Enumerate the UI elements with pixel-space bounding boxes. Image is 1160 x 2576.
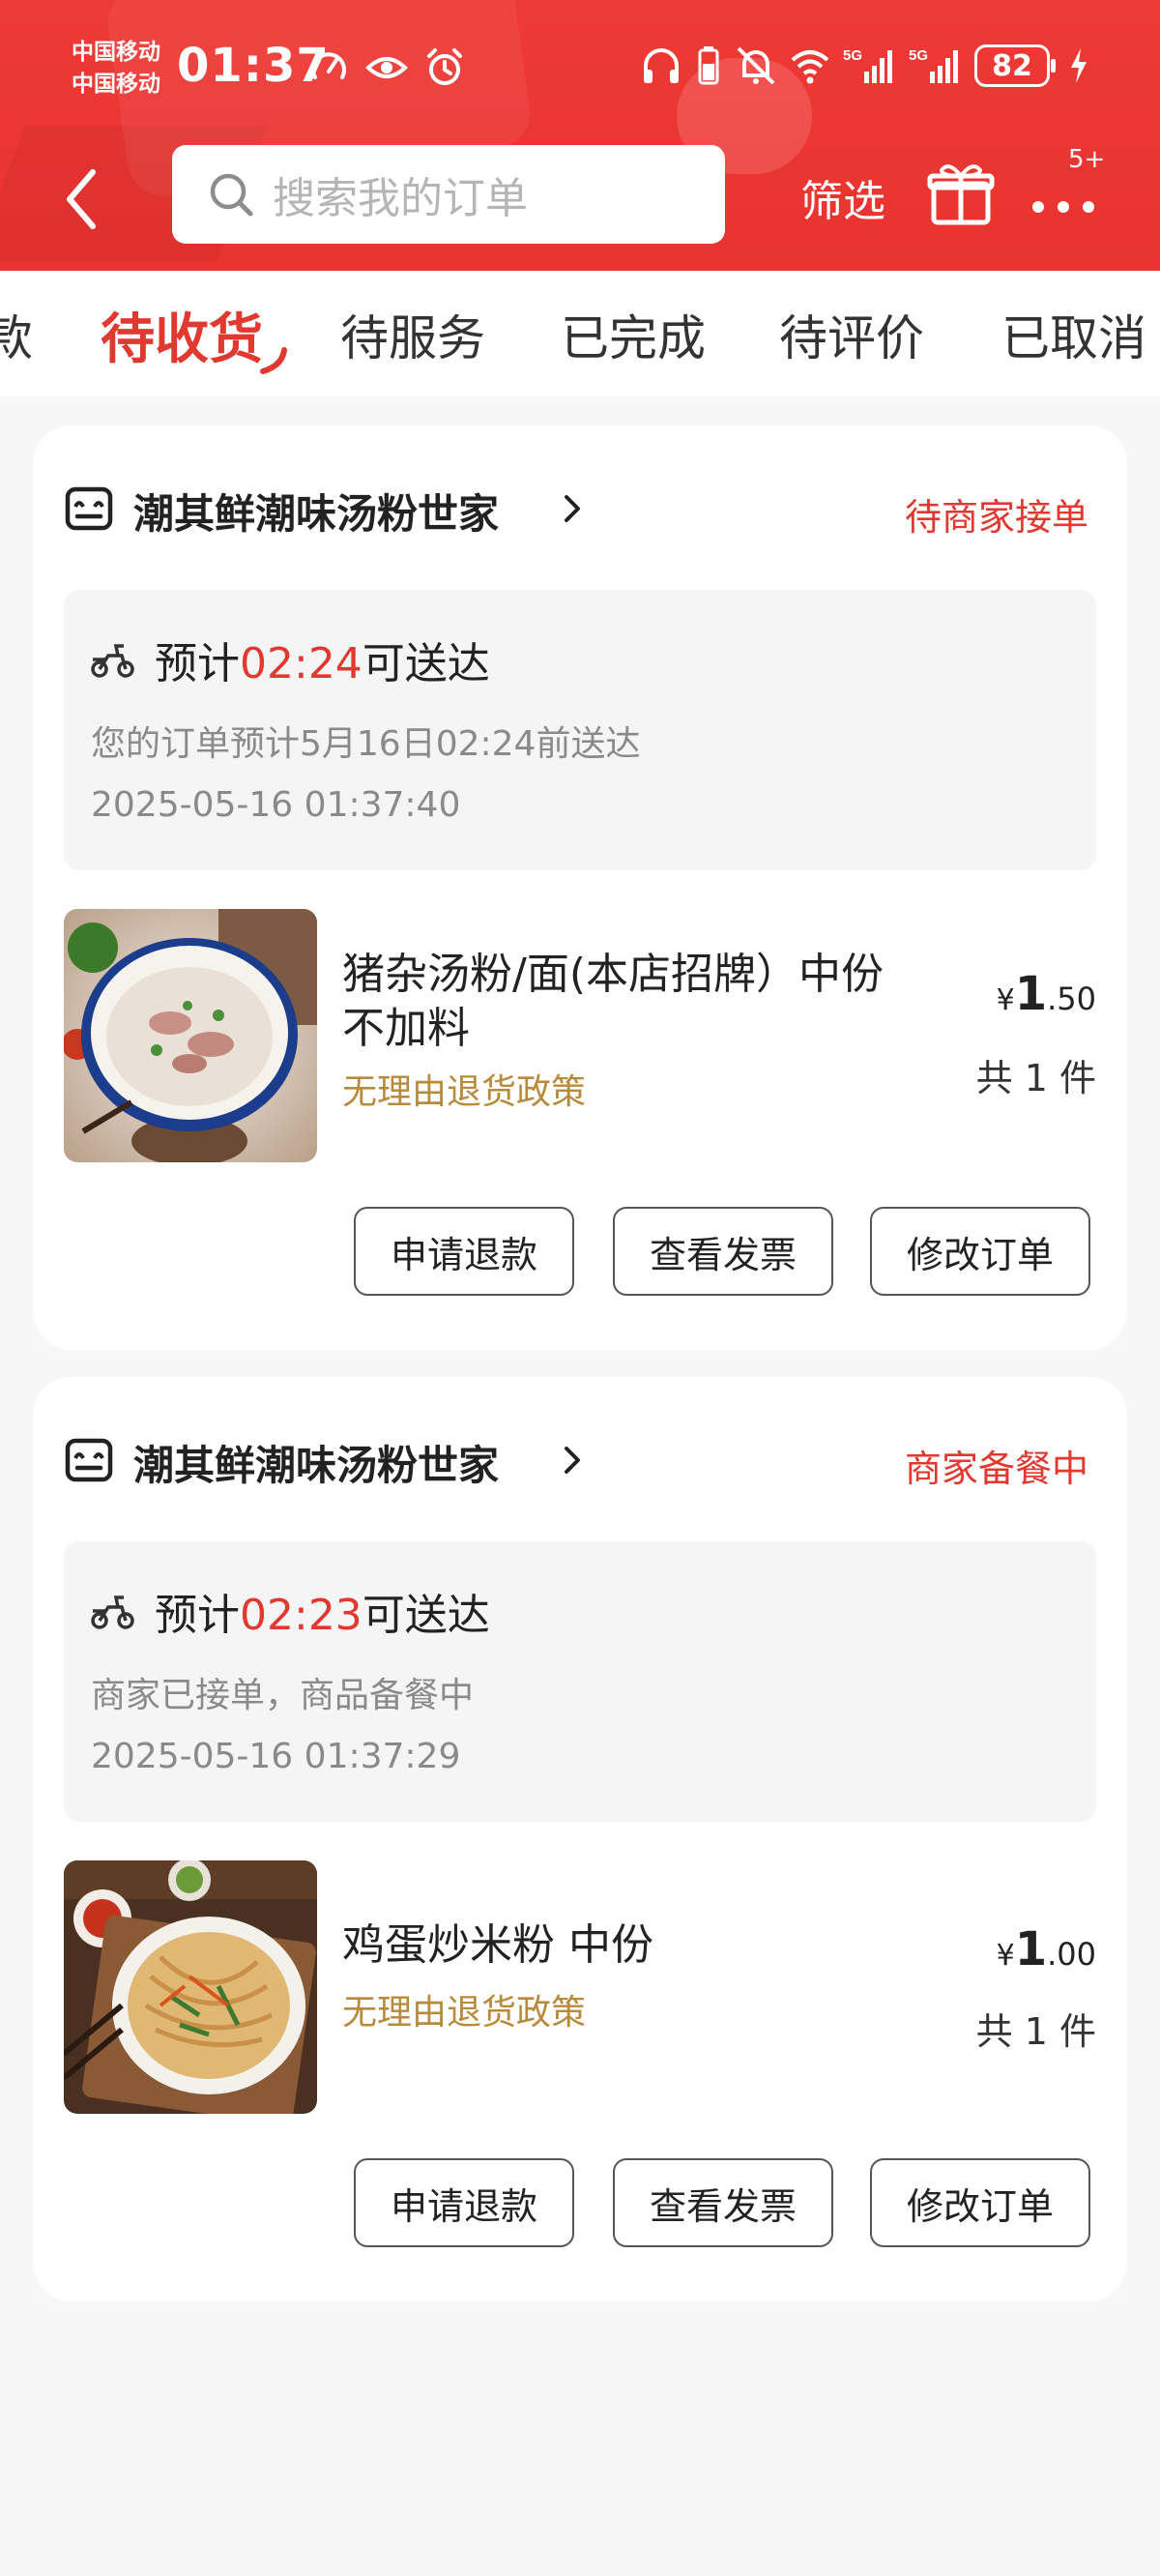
speed-gauge-icon	[307, 46, 350, 89]
tab-to-service[interactable]: 待服务	[340, 300, 485, 369]
eta-time: 02:23	[240, 1591, 362, 1640]
store-name: 潮其鲜潮味汤粉世家	[133, 490, 500, 538]
tab-to-receive[interactable]: 待收货	[101, 296, 263, 374]
store-icon	[64, 483, 114, 534]
chevron-right-icon	[559, 1441, 586, 1479]
gift-icon[interactable]	[926, 159, 996, 228]
order-tabs: 款 待收货 待服务 已完成 待评价 已取消	[0, 271, 1160, 396]
price: ¥1.00	[997, 1922, 1096, 1976]
nav-bar: 搜索我的订单 筛选 5+	[0, 145, 1160, 271]
eta-time: 02:24	[240, 639, 362, 688]
product-image[interactable]	[64, 1860, 317, 2114]
store-row[interactable]: 潮其鲜潮味汤粉世家 待商家接单	[64, 480, 1088, 539]
signal-5g-icon-2: 5G	[909, 44, 963, 87]
price-currency: ¥	[996, 983, 1015, 1017]
status-icons-left	[307, 46, 466, 89]
tab-to-review[interactable]: 待评价	[779, 300, 924, 369]
chevron-right-icon	[559, 489, 586, 528]
alarm-icon	[423, 46, 466, 89]
product-image[interactable]	[64, 909, 317, 1162]
quantity: 共 1 件	[975, 1057, 1096, 1099]
signal-5g-icon-1: 5G	[843, 44, 897, 87]
return-policy: 无理由退货政策	[342, 1072, 587, 1112]
small-battery-icon	[694, 44, 723, 87]
price-decimal: .00	[1047, 1936, 1096, 1973]
store-row[interactable]: 潮其鲜潮味汤粉世家 商家备餐中	[64, 1431, 1088, 1490]
order-timestamp: 2025-05-16 01:37:29	[91, 1737, 461, 1776]
mute-icon	[735, 44, 777, 87]
svg-text:5G: 5G	[909, 47, 928, 64]
tab-partial[interactable]: 款	[0, 300, 33, 369]
headphones-icon	[640, 44, 682, 87]
scooter-icon	[89, 1586, 135, 1632]
store-name: 潮其鲜潮味汤粉世家	[133, 1442, 500, 1489]
eye-icon	[365, 46, 408, 89]
status-icons-right: 5G 5G 82	[640, 44, 1090, 87]
price: ¥1.50	[997, 967, 1096, 1021]
filter-button[interactable]: 筛选	[800, 166, 885, 228]
search-input[interactable]: 搜索我的订单	[172, 145, 725, 244]
tab-cancelled[interactable]: 已取消	[1001, 300, 1146, 369]
modify-order-button[interactable]: 修改订单	[870, 1207, 1090, 1296]
scooter-icon	[89, 634, 135, 681]
header: 中国移动 中国移动 01:37 5G 5G 82 搜索我的订单 筛选 5+	[0, 0, 1160, 271]
back-button[interactable]	[54, 161, 112, 238]
order-card[interactable]: 潮其鲜潮味汤粉世家 待商家接单 预计02:24可送达 您的订单预计5月16日02…	[33, 425, 1127, 1350]
svg-text:5G: 5G	[843, 47, 862, 64]
eta-suffix: 可送达	[362, 1591, 490, 1640]
store-icon	[64, 1435, 114, 1485]
order-status: 商家备餐中	[904, 1448, 1088, 1490]
more-badge: 5+	[1068, 145, 1106, 174]
tab-completed[interactable]: 已完成	[561, 300, 706, 369]
wifi-icon	[789, 44, 831, 87]
carrier-labels: 中国移动 中国移动	[72, 37, 160, 101]
active-tab-indicator	[253, 346, 292, 375]
battery-indicator: 82	[974, 44, 1056, 87]
delivery-info: 预计02:23可送达 商家已接单，商品备餐中 2025-05-16 01:37:…	[64, 1541, 1096, 1822]
view-invoice-button[interactable]: 查看发票	[613, 2158, 833, 2247]
view-invoice-button[interactable]: 查看发票	[613, 1207, 833, 1296]
price-integer: 1	[1014, 1922, 1048, 1976]
back-arrow-icon	[67, 169, 96, 229]
status-bar: 中国移动 中国移动 01:37 5G 5G 82	[0, 0, 1160, 145]
search-placeholder: 搜索我的订单	[273, 174, 528, 223]
price-currency: ¥	[996, 1939, 1015, 1973]
modify-order-button[interactable]: 修改订单	[870, 2158, 1090, 2247]
delivery-note: 您的订单预计5月16日02:24前送达	[91, 724, 641, 764]
carrier-1: 中国移动	[72, 40, 160, 65]
charging-icon	[1067, 44, 1090, 87]
delivery-info: 预计02:24可送达 您的订单预计5月16日02:24前送达 2025-05-1…	[64, 590, 1096, 870]
eta-prefix: 预计	[155, 639, 240, 688]
order-timestamp: 2025-05-16 01:37:40	[91, 785, 461, 825]
eta-suffix: 可送达	[362, 639, 490, 688]
search-icon	[207, 170, 255, 219]
carrier-2: 中国移动	[72, 72, 160, 97]
product-name[interactable]: 猪杂汤粉/面(本店招牌）中份 不加料	[342, 948, 922, 1056]
refund-button[interactable]: 申请退款	[354, 1207, 574, 1296]
eta-line: 预计02:23可送达	[155, 1580, 490, 1642]
return-policy: 无理由退货政策	[342, 1993, 587, 2033]
price-integer: 1	[1014, 967, 1048, 1021]
refund-button[interactable]: 申请退款	[354, 2158, 574, 2247]
order-status: 待商家接单	[904, 496, 1088, 539]
eta-line: 预计02:24可送达	[155, 629, 490, 690]
quantity: 共 1 件	[975, 2010, 1096, 2053]
product-name[interactable]: 鸡蛋炒米粉 中份	[342, 1918, 922, 1973]
price-decimal: .50	[1047, 981, 1096, 1017]
order-card[interactable]: 潮其鲜潮味汤粉世家 商家备餐中 预计02:23可送达 商家已接单，商品备餐中 2…	[33, 1377, 1127, 2301]
delivery-note: 商家已接单，商品备餐中	[91, 1676, 475, 1715]
eta-prefix: 预计	[155, 1591, 240, 1640]
